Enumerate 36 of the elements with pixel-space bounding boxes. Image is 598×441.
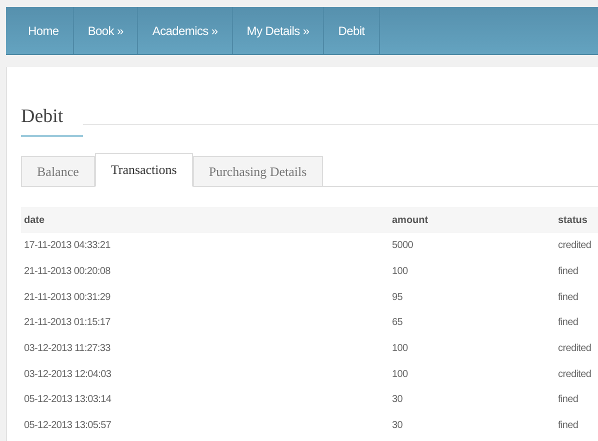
table-cell-text: 21-11-2013 00:20:08 — [24, 265, 112, 280]
tab[interactable]: Transactions — [94, 153, 193, 187]
table-cell-text: 100 — [392, 368, 409, 382]
table-cell-text: 95 — [392, 290, 404, 305]
table-cell-text: 30 — [392, 419, 404, 434]
table-cell-text: fined — [558, 419, 580, 434]
table-cell-text: fined — [558, 265, 580, 280]
column-header: date — [24, 214, 46, 228]
table-cell-text: 21-11-2013 00:31:29 — [24, 290, 112, 305]
table-cell-text: 05-12-2013 13:03:14 — [24, 393, 112, 408]
nav-link[interactable]: Academics » — [138, 7, 233, 54]
table-cell-text: credited — [558, 239, 592, 254]
nav-link[interactable]: My Details » — [232, 7, 324, 54]
table-cell-text: fined — [558, 393, 580, 408]
table-cell-text: 03-12-2013 12:04:03 — [24, 368, 112, 382]
table-cell-text: 05-12-2013 13:05:57 — [24, 419, 112, 434]
page-heading: Debit — [21, 105, 64, 129]
table-cell-text: 30 — [392, 393, 404, 408]
table-cell-text: credited — [558, 368, 592, 382]
table-cell-text: fined — [558, 290, 580, 305]
table-cell-text: 21-11-2013 01:15:17 — [24, 316, 112, 330]
table-cell-text: fined — [558, 316, 580, 330]
table-cell-text: credited — [558, 342, 592, 356]
table-cell-text: 03-12-2013 11:27:33 — [24, 342, 112, 356]
column-header: status — [558, 214, 588, 228]
column-header: amount — [392, 214, 430, 228]
tab[interactable]: Balance — [21, 156, 95, 186]
nav-link[interactable]: Home — [14, 7, 74, 54]
tab[interactable]: Purchasing Details — [192, 156, 323, 186]
table-cell-text: 65 — [392, 316, 404, 330]
nav-link[interactable]: Book » — [74, 7, 138, 54]
nav-link[interactable]: Debit — [324, 7, 380, 54]
table-cell-text: 100 — [392, 265, 409, 280]
table-cell-text: 5000 — [392, 239, 414, 254]
table-cell-text: 17-11-2013 04:33:21 — [24, 239, 112, 254]
table-cell-text: 100 — [392, 342, 409, 356]
